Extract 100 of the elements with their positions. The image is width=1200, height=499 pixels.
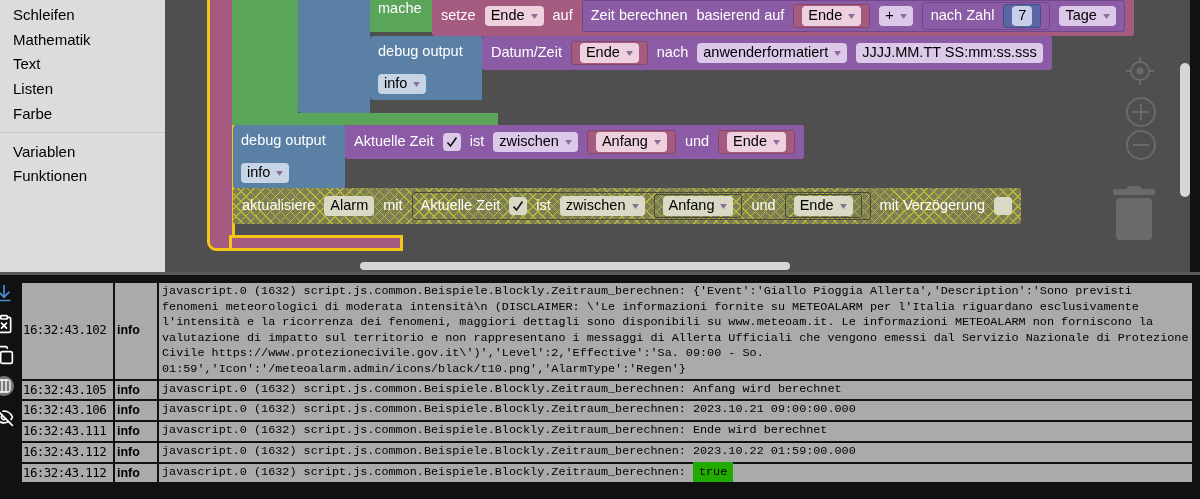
block-label: setze [441,6,476,26]
block-label: nach [656,43,689,63]
zoom-out-icon[interactable] [1125,129,1157,161]
block-label: debug output [378,42,463,61]
block-label: mit [383,196,403,216]
dropdown-field[interactable]: Ende [802,6,862,26]
toolbox-category[interactable]: Variablen [0,139,165,165]
caret-icon [530,13,538,19]
debug-output-block[interactable]: debug output info [370,36,482,100]
block-label: Aktuelle Zeit [420,196,501,216]
caret-icon [653,139,661,145]
dropdown-field[interactable]: anwenderformatiert [697,43,848,63]
caret-icon [276,170,284,176]
hide-icon[interactable] [0,407,14,427]
loop-block-footer[interactable] [298,113,498,125]
log-level: info [115,401,157,421]
caret-icon [834,50,842,56]
dropdown-field[interactable]: zwischen [493,132,578,152]
caret-icon [773,139,780,145]
log-time: 16:32:43.102 [22,283,113,379]
block-label: mit Verzögerung [879,196,986,216]
log-message: javascript.0 (1632) script.js.common.Beispiele.Blockly.Zeitraum_berechnen: true [159,463,1192,483]
code-block[interactable]: Ende [793,4,871,28]
log-time: 16:32:43.112 [22,463,113,483]
toolbox-category[interactable]: Text [0,52,165,78]
block-label: nach Zahl [930,6,995,26]
caret-icon [848,13,856,19]
block-label: aktualisiere [242,196,316,216]
loop-block[interactable] [232,0,298,125]
event-block[interactable] [210,0,232,248]
block-label: Datum/Zeit [491,43,562,63]
dropdown-field[interactable]: Tage [1059,6,1116,26]
caret-icon [839,203,847,209]
checkmark-icon [445,136,458,148]
log-message: javascript.0 (1632) script.js.common.Beispiele.Blockly.Zeitraum_berechnen: Ende wird berechnet [159,422,1192,441]
block-label: mache [378,0,422,17]
code-block[interactable]: Aktuelle Zeit ist zwischen Anfang und Ende [345,125,804,159]
log-time: 16:32:43.112 [22,442,113,462]
dropdown-field[interactable]: Ende [579,43,639,63]
code-block[interactable]: Zeit berechnen basierend auf Ende + nach Zahl 7 Tage [581,0,1125,32]
log-level: info [115,380,157,400]
trash-icon[interactable] [1113,186,1157,241]
caret-icon [631,203,639,209]
log-time: 16:32:43.106 [22,401,113,421]
debug-block-frame[interactable] [298,0,370,113]
log-level: info [115,442,157,462]
columns-icon[interactable] [0,376,14,396]
log-message: javascript.0 (1632) script.js.common.Beispiele.Blockly.Zeitraum_berechnen: Anfang wird berechnet [159,380,1192,400]
checkmark-icon [512,200,525,212]
value-field[interactable]: 7 [1012,6,1033,26]
block-label: debug output [241,131,326,150]
log-level: info [115,463,157,483]
toolbox-category[interactable]: Farbe [0,101,165,127]
block-label: auf [552,6,573,26]
caret-icon [564,139,572,145]
scroll-down-icon[interactable] [0,283,14,303]
zoom-in-icon[interactable] [1125,96,1157,128]
block-label: und [751,196,776,216]
event-block-footer[interactable] [232,238,400,248]
dropdown-field[interactable]: info [241,163,290,183]
block-label: Aktuelle Zeit [354,132,434,152]
code-block[interactable]: Anfang [586,130,676,154]
value-field[interactable]: JJJJ.MM.TT SS:mm:ss.sss [856,43,1043,63]
debug-output-block[interactable]: debug output info [233,125,345,189]
caret-icon [413,81,421,87]
recenter-icon[interactable] [1125,56,1155,86]
toolbox-category[interactable]: Funktionen [0,164,165,189]
log-message: javascript.0 (1632) script.js.common.Beispiele.Blockly.Zeitraum_berechnen: {'Event':'Giallo Pioggia Allerta','Description':'Sono previsti fenomeni meteorologici di moderata intensità\n (DISCLAIMER: \'Le informazioni fornite su METEOALARM per l'Italia riguardano esclusivamente l'intensità e la ricorrenza dei fenomeni, maggiori dettagli sono disponibili su www.meteoam.it. Le informazioni METEOALARM non forniscono la valutazione di impatto sul territorio e non rappresentano i messaggi di Allerta Ufficiali che vengono emessi dal Servizio Nazionale di Protezione Civile https://www.protezionecivile.gov.it\')','Level':2,'Effective':'Sa. 09:00 - So. 01:59','Icon':'/meteoalarm.admin/icons/black/t10.png','AlarmType':'Regen'} [159,283,1192,379]
dropdown-field[interactable]: info [378,74,427,94]
block-label: und [684,132,710,152]
caret-icon [899,13,907,19]
log-message: javascript.0 (1632) script.js.common.Beispiele.Blockly.Zeitraum_berechnen: 2023.10.22 01:59:00.000 [159,442,1192,462]
log-message: javascript.0 (1632) script.js.common.Beispiele.Blockly.Zeitraum_berechnen: 2023.10.21 09:00:00.000 [159,401,1192,421]
block-label: ist [469,132,485,152]
toolbox-category[interactable]: Listen [0,77,165,102]
code-block[interactable]: Ende [570,41,648,65]
dropdown-field[interactable]: Anfang [595,132,667,152]
block-label: ist [536,196,551,216]
caret-icon [1102,13,1110,19]
block-label: basierend auf [696,6,785,26]
copy-icon[interactable] [0,345,14,365]
code-block[interactable]: nach Zahl 7 [921,2,1051,30]
vertical-scrollbar[interactable] [1180,63,1190,197]
toolbox-category[interactable]: Mathematik [0,27,165,53]
horizontal-scrollbar[interactable] [360,262,790,270]
dropdown-field[interactable]: + [879,6,913,26]
caret-icon [720,203,728,209]
log-level: info [115,422,157,441]
code-block[interactable]: 7 [1003,4,1042,28]
code-block[interactable]: Datum/Zeit Ende nach anwenderformatiert JJJJ.MM.TT SS:mm:ss.sss [482,36,1052,70]
code-block[interactable]: Ende [718,130,795,154]
block-checkbox[interactable] [442,133,461,151]
toolbox-category[interactable]: Schleifen [0,3,165,28]
dropdown-field[interactable]: Ende [727,132,786,152]
log-time: 16:32:43.105 [22,380,113,400]
dropdown-field[interactable]: Ende [484,6,544,26]
clear-log-icon[interactable] [0,314,14,334]
code-block[interactable]: setze Ende auf Zeit berechnen basierend auf Ende + nach Zahl 7 Tage [432,0,1134,36]
block-label: Zeit berechnen [590,6,688,26]
log-time: 16:32:43.111 [22,422,113,441]
